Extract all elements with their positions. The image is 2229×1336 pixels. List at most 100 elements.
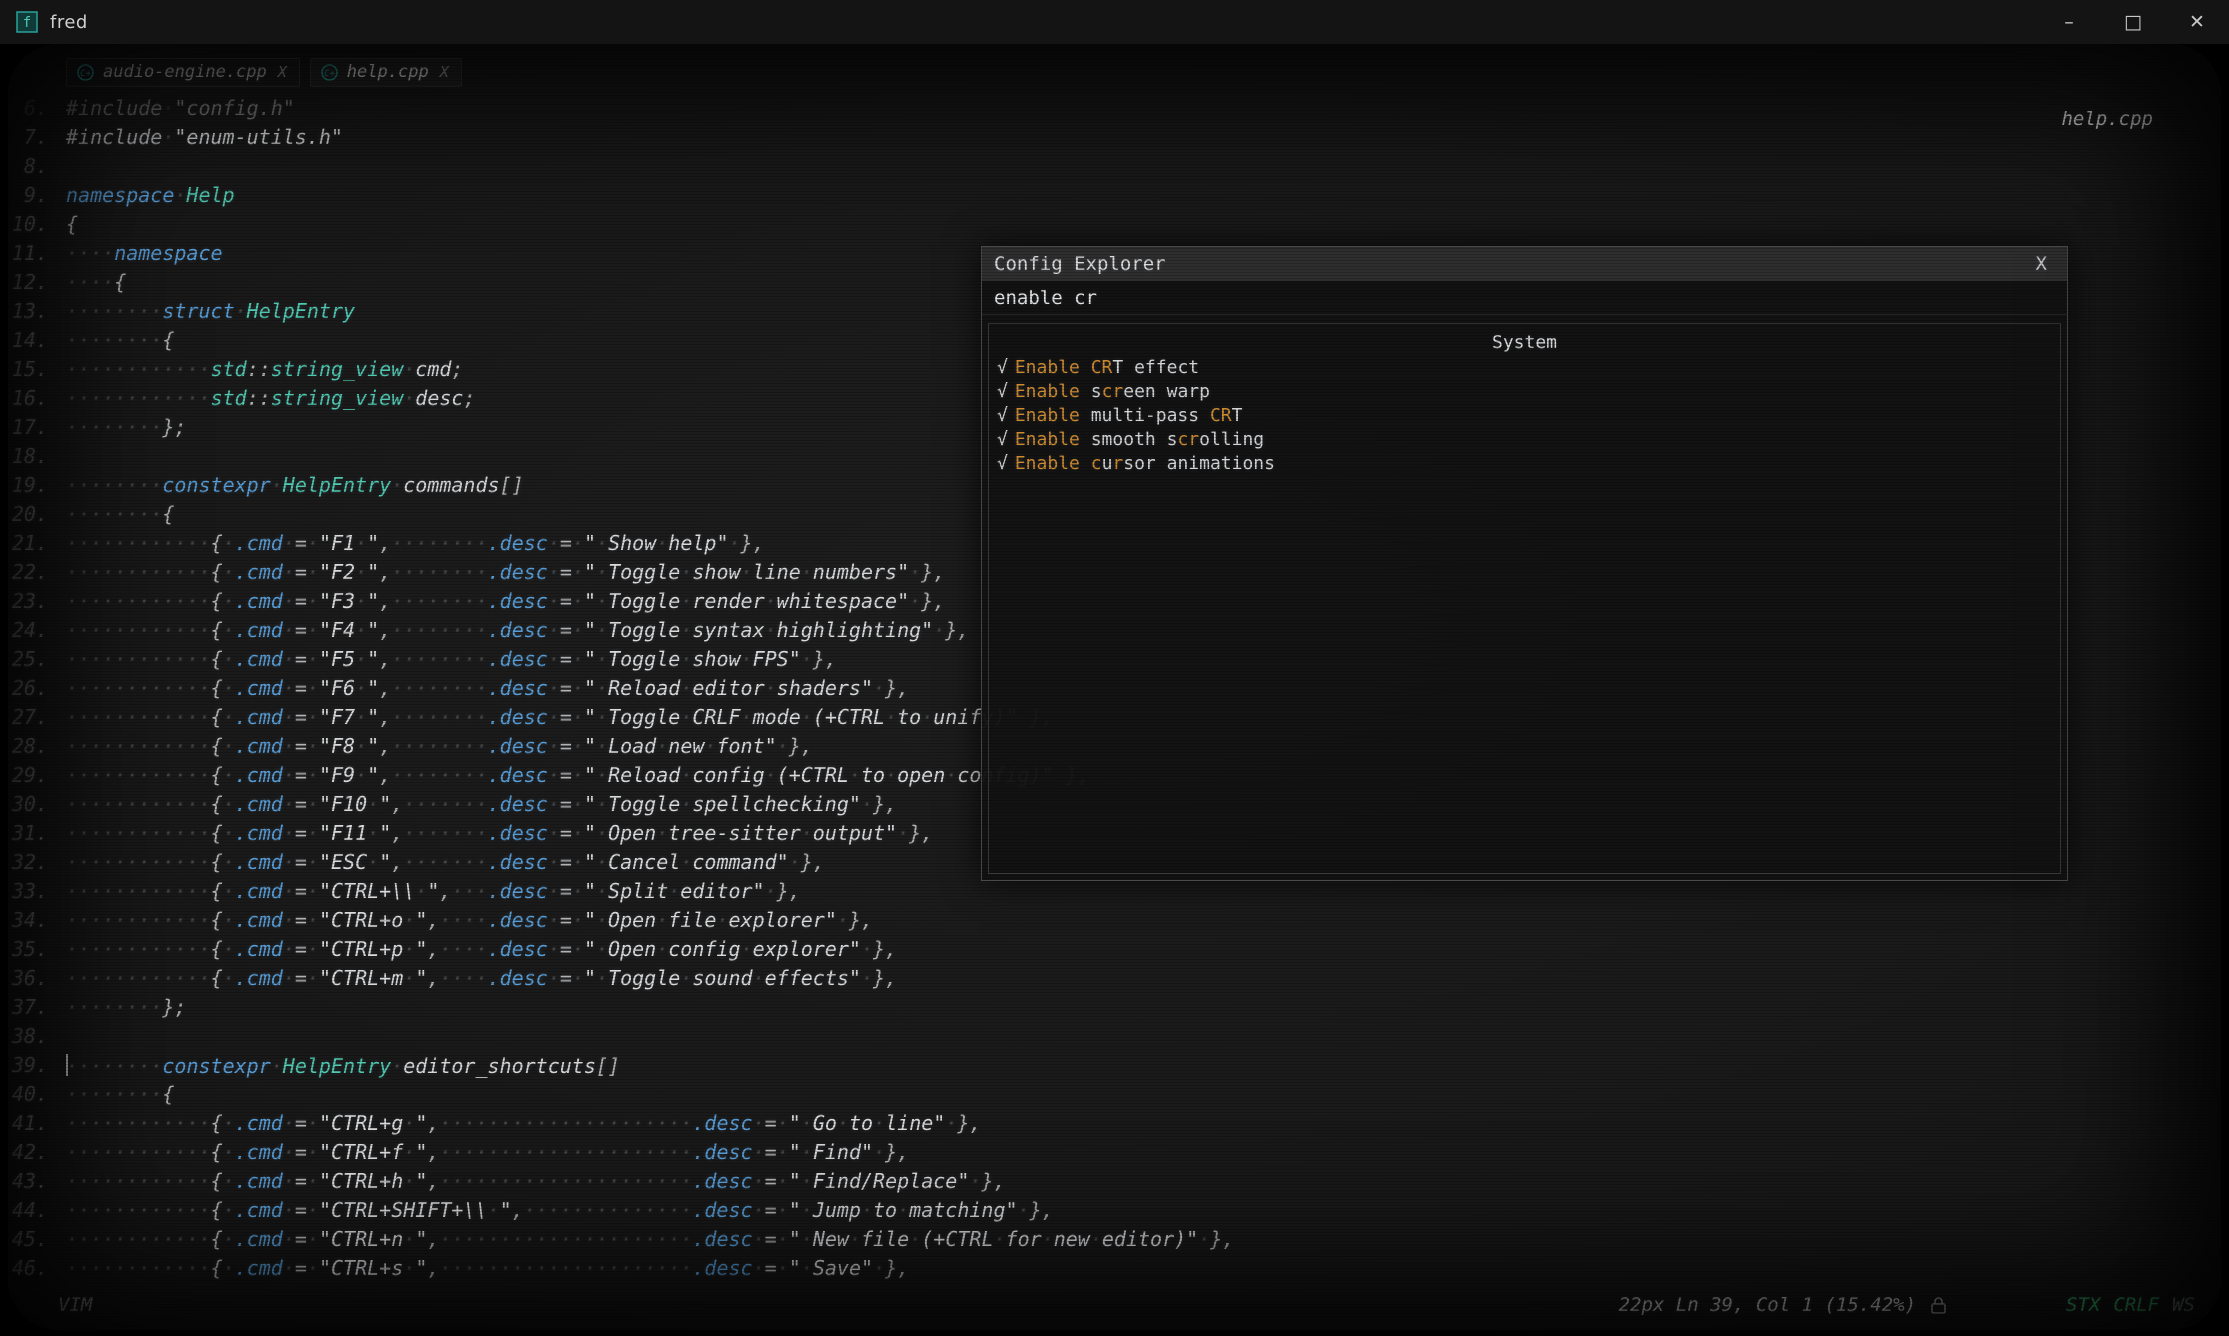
vim-mode-indicator: VIM [58, 1294, 92, 1316]
code-text: ············{·.cmd·=·"CTRL+p·",····.desc… [66, 935, 897, 964]
close-button[interactable]: ✕ [2165, 0, 2229, 44]
code-text: ····{ [66, 268, 126, 297]
status-right-group: 22px Ln 39, Col 1 (15.42%) STX CRLF WS [1619, 1294, 2195, 1316]
code-text: ············{·.cmd·=·"CTRL+g·",·········… [66, 1109, 981, 1138]
code-text: ············{·.cmd·=·"F3·",········.desc… [66, 587, 945, 616]
lock-icon [1930, 1296, 1947, 1315]
code-text: ············{·.cmd·=·"F2·",········.desc… [66, 558, 945, 587]
config-search-input[interactable]: enable cr [982, 281, 2067, 315]
code-text: ············{·.cmd·=·"CTRL+s·",·········… [66, 1254, 909, 1283]
line-number: 44. [8, 1196, 66, 1225]
line-number: 8. [8, 152, 66, 181]
line-number: 41. [8, 1109, 66, 1138]
line-number: 30. [8, 790, 66, 819]
code-line[interactable]: 6.#include·"config.h" [8, 94, 2221, 123]
line-number: 10. [8, 210, 66, 239]
code-text: ············{·.cmd·=·"F9·",········.desc… [66, 761, 1090, 790]
code-line[interactable]: 9.namespace·Help [8, 181, 2221, 210]
tab-bar: C+ audio-engine.cpp X C+ help.cpp X [66, 58, 462, 87]
line-number: 28. [8, 732, 66, 761]
tab-audio-engine[interactable]: C+ audio-engine.cpp X [66, 58, 300, 87]
config-option-row[interactable]: √Enable cursor animations [989, 452, 2060, 476]
line-number: 13. [8, 297, 66, 326]
line-number: 11. [8, 239, 66, 268]
code-line[interactable]: 43.············{·.cmd·=·"CTRL+h·",······… [8, 1167, 2221, 1196]
line-number: 7. [8, 123, 66, 152]
tab-close-icon[interactable]: X [276, 63, 287, 81]
cpp-file-icon: C+ [321, 64, 338, 81]
code-text: ············std::string_view·cmd; [66, 355, 463, 384]
code-line[interactable]: 35.············{·.cmd·=·"CTRL+p·",····.d… [8, 935, 2221, 964]
line-number: 34. [8, 906, 66, 935]
code-line[interactable]: 41.············{·.cmd·=·"CTRL+g·",······… [8, 1109, 2221, 1138]
code-line[interactable]: 33.············{·.cmd·=·"CTRL+\\·",···.d… [8, 877, 2221, 906]
code-line[interactable]: 34.············{·.cmd·=·"CTRL+o·",····.d… [8, 906, 2221, 935]
ws-toggle[interactable]: WS [2172, 1294, 2195, 1316]
code-line[interactable]: 42.············{·.cmd·=·"CTRL+f·",······… [8, 1138, 2221, 1167]
code-line[interactable]: 7.#include·"enum-utils.h" [8, 123, 2221, 152]
line-number: 35. [8, 935, 66, 964]
code-line[interactable]: 10.{ [8, 210, 2221, 239]
window-controls: – □ ✕ [2037, 0, 2229, 44]
current-file-indicator: help.cpp [2061, 108, 2153, 130]
checkbox-checked-icon[interactable]: √ [997, 429, 1008, 450]
code-line[interactable]: 45.············{·.cmd·=·"CTRL+n·",······… [8, 1225, 2221, 1254]
line-number: 40. [8, 1080, 66, 1109]
code-line[interactable]: 40.········{ [8, 1080, 2221, 1109]
code-text: ············{·.cmd·=·"CTRL+n·",·········… [66, 1225, 1234, 1254]
line-number: 26. [8, 674, 66, 703]
config-option-row[interactable]: √Enable multi-pass CRT [989, 404, 2060, 428]
tab-help[interactable]: C+ help.cpp X [310, 58, 462, 87]
code-text: ············{·.cmd·=·"ESC·",·······.desc… [66, 848, 825, 877]
minimize-button[interactable]: – [2037, 0, 2101, 44]
line-number: 36. [8, 964, 66, 993]
config-items: √Enable CRT effect√Enable screen warp√En… [989, 356, 2060, 476]
code-line[interactable]: 46.············{·.cmd·=·"CTRL+s·",······… [8, 1254, 2221, 1283]
status-flags: STX CRLF WS [2066, 1294, 2195, 1316]
cpp-file-icon: C+ [77, 64, 94, 81]
config-option-row[interactable]: √Enable CRT effect [989, 356, 2060, 380]
code-text: namespace·Help [66, 181, 235, 210]
line-number: 31. [8, 819, 66, 848]
code-line[interactable]: 38. [8, 1022, 2221, 1051]
checkbox-checked-icon[interactable]: √ [997, 453, 1008, 474]
line-number: 22. [8, 558, 66, 587]
line-number: 42. [8, 1138, 66, 1167]
config-explorer-titlebar: Config Explorer X [982, 247, 2067, 281]
code-line[interactable]: 37.········}; [8, 993, 2221, 1022]
config-explorer-close-icon[interactable]: X [2028, 253, 2055, 275]
stx-toggle[interactable]: STX [2066, 1294, 2100, 1316]
code-line[interactable]: 36.············{·.cmd·=·"CTRL+m·",····.d… [8, 964, 2221, 993]
code-text: ············{·.cmd·=·"F11·",·······.desc… [66, 819, 933, 848]
status-bar: VIM 22px Ln 39, Col 1 (15.42%) STX CRLF … [8, 1288, 2221, 1322]
code-line[interactable]: 39.········constexpr·HelpEntry·editor_sh… [8, 1051, 2221, 1080]
line-number: 16. [8, 384, 66, 413]
config-option-row[interactable]: √Enable screen warp [989, 380, 2060, 404]
svg-text:f: f [23, 15, 31, 31]
crlf-toggle[interactable]: CRLF [2113, 1294, 2159, 1316]
maximize-button[interactable]: □ [2101, 0, 2165, 44]
code-text: ············{·.cmd·=·"F10·",·······.desc… [66, 790, 897, 819]
code-line[interactable]: 8. [8, 152, 2221, 181]
code-text: ········{ [66, 1080, 174, 1109]
code-text: #include·"config.h" [66, 94, 295, 123]
checkbox-checked-icon[interactable]: √ [997, 405, 1008, 426]
tab-close-icon[interactable]: X [438, 63, 449, 81]
code-text: { [66, 210, 78, 239]
code-text: ········}; [66, 993, 186, 1022]
code-text: ············{·.cmd·=·"F1·",········.desc… [66, 529, 765, 558]
code-text: ············{·.cmd·=·"CTRL+\\·",···.desc… [66, 877, 801, 906]
svg-text:C+: C+ [80, 69, 91, 79]
line-number: 29. [8, 761, 66, 790]
code-text: ············{·.cmd·=·"CTRL+o·",····.desc… [66, 906, 873, 935]
code-line[interactable]: 44.············{·.cmd·=·"CTRL+SHIFT+\\·"… [8, 1196, 2221, 1225]
line-number: 43. [8, 1167, 66, 1196]
line-number: 27. [8, 703, 66, 732]
checkbox-checked-icon[interactable]: √ [997, 381, 1008, 402]
line-number: 37. [8, 993, 66, 1022]
code-text: ············{·.cmd·=·"CTRL+m·",····.desc… [66, 964, 897, 993]
config-results-area: System √Enable CRT effect√Enable screen … [988, 323, 2061, 874]
config-option-row[interactable]: √Enable smooth scrolling [989, 428, 2060, 452]
code-text: ········{ [66, 500, 174, 529]
checkbox-checked-icon[interactable]: √ [997, 357, 1008, 378]
